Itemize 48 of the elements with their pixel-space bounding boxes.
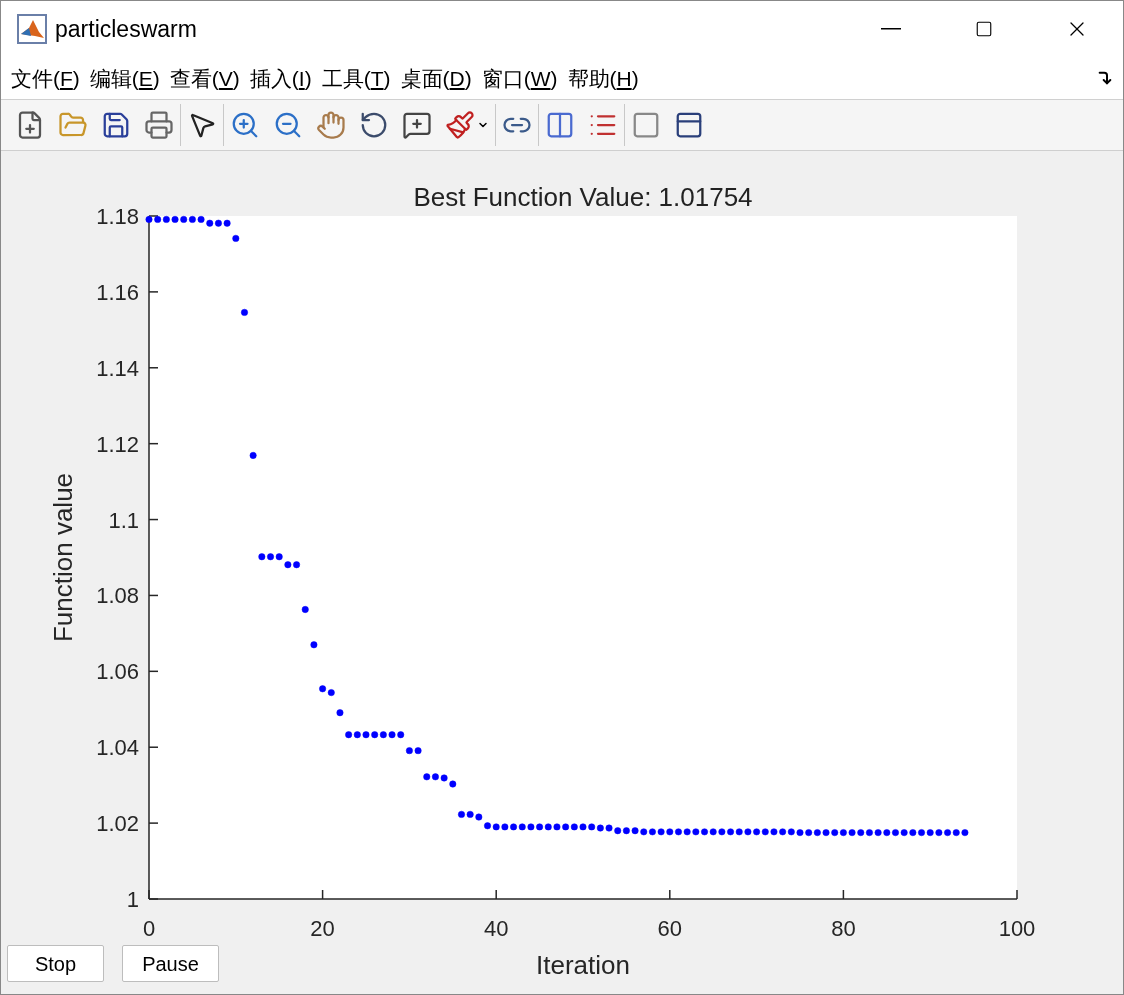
y-tick-label: 1.08 <box>96 583 139 609</box>
figure-button[interactable]: Stop <box>7 945 104 982</box>
x-tick-label: 60 <box>657 916 683 941</box>
x-axis-label: Iteration <box>536 950 630 980</box>
y-tick-label: 1.14 <box>96 355 139 381</box>
y-tick-label: 1.02 <box>96 811 139 837</box>
minimize-icon <box>880 28 901 31</box>
y-tick-label: 1 <box>126 887 139 912</box>
menu-item[interactable]: 编辑(E) <box>85 62 164 95</box>
hand-icon <box>316 110 346 141</box>
x-tick-label: 100 <box>998 916 1036 941</box>
scatter-point <box>336 709 344 717</box>
scatter-point <box>232 234 240 242</box>
y-axis-label: Function value <box>48 472 78 643</box>
print-tool[interactable] <box>144 110 174 141</box>
y-tick-label: 1.04 <box>96 735 139 761</box>
menu-item[interactable]: 工具(T) <box>317 62 395 95</box>
y-tick-label: 1.06 <box>96 659 139 685</box>
x-tick-label: 80 <box>831 916 856 941</box>
menu-item[interactable]: 窗口(W) <box>477 62 562 95</box>
brush-tool[interactable] <box>445 110 489 141</box>
scatter-point <box>310 641 318 649</box>
x-tick-label: 40 <box>483 916 509 941</box>
x-tick-label: 20 <box>310 916 335 941</box>
menu-item[interactable]: 帮助(H) <box>563 62 643 95</box>
y-tick-label: 1.16 <box>96 279 139 305</box>
menu-item[interactable]: 查看(V) <box>165 62 244 95</box>
maximize-icon <box>974 20 993 39</box>
y-tick-label: 1.1 <box>108 507 139 533</box>
figure-button[interactable]: Pause <box>122 945 219 982</box>
menu-item[interactable]: 文件(F) <box>7 62 84 95</box>
x-tick-label: 0 <box>142 916 156 941</box>
scatter-point <box>241 308 248 316</box>
hand-tool[interactable] <box>316 110 346 141</box>
data-tip-tool[interactable] <box>402 110 432 141</box>
scatter-point <box>301 606 309 613</box>
menu-item[interactable]: 桌面(D) <box>396 62 476 95</box>
brush-icon <box>445 110 475 141</box>
app-logo-icon <box>17 14 47 45</box>
data-tip-icon <box>402 110 432 141</box>
window-title: particleswarm <box>55 15 197 45</box>
scatter-point <box>249 452 257 459</box>
print-icon <box>144 110 174 141</box>
y-tick-label: 1.12 <box>96 431 139 457</box>
menu-item[interactable]: 插入(I) <box>245 62 316 95</box>
y-tick-label: 1.18 <box>96 204 139 229</box>
expand-arrow-icon[interactable] <box>1097 70 1113 87</box>
chart-title: Best Function Value: 1.01754 <box>413 182 753 212</box>
